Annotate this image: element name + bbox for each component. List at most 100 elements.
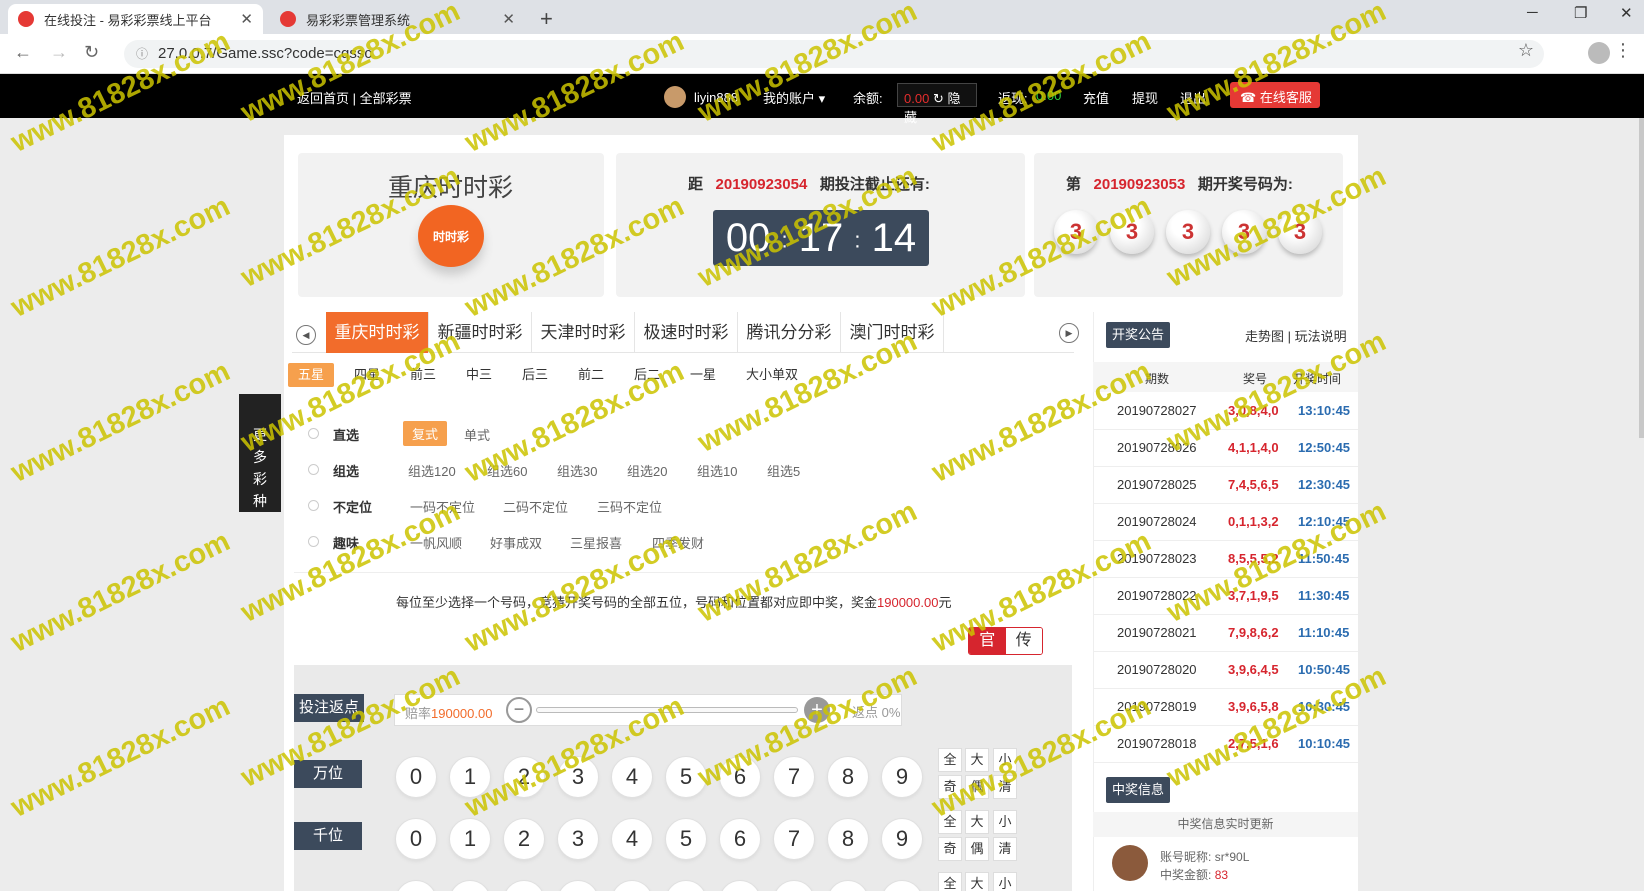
plus-icon[interactable]: + [804,697,830,723]
play-tab-front3[interactable]: 前三 [410,363,436,387]
play-tab-1star[interactable]: 一星 [690,363,716,387]
quick-small-button[interactable]: 小 [993,872,1017,891]
play-tab-back3[interactable]: 后三 [522,363,548,387]
url-field[interactable]: ⓘ 27.0.0.7/Game.ssc?code=cqssc [124,40,1544,68]
tab-amssc[interactable]: 澳门时时彩 [841,312,944,353]
digit-ball[interactable]: 0 [395,756,437,798]
my-account-menu[interactable]: 我的账户 ▾ [763,88,825,107]
digit-ball[interactable]: 4 [611,818,653,860]
tab-jsssc[interactable]: 极速时时彩 [635,312,738,353]
option-1code[interactable]: 一码不定位 [410,497,475,516]
quick-even-button[interactable]: 偶 [965,775,989,799]
rebate-slider[interactable] [536,707,798,713]
tab-tjssc[interactable]: 天津时时彩 [532,312,635,353]
winning-info-button[interactable]: 中奖信息 [1106,777,1170,803]
maximize-icon[interactable]: ❐ [1574,4,1587,22]
quick-odd-button[interactable]: 奇 [938,837,962,861]
play-tab-5star[interactable]: 五星 [288,363,334,387]
withdraw-link[interactable]: 提现 [1132,88,1158,107]
digit-ball[interactable]: 3 [557,756,599,798]
digit-ball[interactable]: 9 [881,818,923,860]
play-tab-front2[interactable]: 前二 [578,363,604,387]
play-tab-4star[interactable]: 四星 [354,363,380,387]
back-icon[interactable]: ← [14,42,32,63]
digit-ball[interactable]: 7 [773,756,815,798]
option-fun4[interactable]: 四季发财 [652,533,704,552]
bookmark-star-icon[interactable]: ☆ [1518,40,1534,61]
option-2code[interactable]: 二码不定位 [503,497,568,516]
browser-tab-admin[interactable]: 易彩彩票管理系统 ✕ [270,4,525,34]
option-fun2[interactable]: 好事成双 [490,533,542,552]
info-icon[interactable]: ⓘ [136,40,148,68]
digit-ball[interactable]: 1 [449,756,491,798]
digit-ball[interactable]: 8 [827,756,869,798]
tab-cqssc[interactable]: 重庆时时彩 [326,312,429,353]
quick-all-button[interactable]: 全 [938,748,962,772]
trend-links[interactable]: 走势图 | 玩法说明 [1245,326,1347,345]
online-service-button[interactable]: ☎ 在线客服 [1230,82,1320,108]
option-compound[interactable]: 复式 [403,421,448,446]
quick-even-button[interactable]: 偶 [965,837,989,861]
mode-tradition-button[interactable]: 传 [1005,628,1042,654]
option-group120[interactable]: 组选120 [408,461,456,480]
tab-xjssc[interactable]: 新疆时时彩 [429,312,532,353]
quick-small-button[interactable]: 小 [993,748,1017,772]
browser-tab-betting[interactable]: 在线投注 - 易彩彩票线上平台 ✕ [8,4,263,34]
recharge-link[interactable]: 充值 [1083,88,1109,107]
quick-small-button[interactable]: 小 [993,810,1017,834]
more-games-button[interactable]: 更多彩种 [239,394,281,512]
option-fun1[interactable]: 一帆风顺 [410,533,462,552]
digit-ball[interactable]: 2 [503,756,545,798]
digit-ball[interactable]: 4 [611,756,653,798]
close-tab-icon[interactable]: ✕ [240,10,253,28]
minimize-icon[interactable]: ─ [1527,4,1538,21]
page-scrollbar[interactable] [1639,118,1644,438]
option-single[interactable]: 单式 [464,425,490,444]
quick-big-button[interactable]: 大 [965,810,989,834]
digit-ball[interactable]: 3 [557,818,599,860]
option-group5[interactable]: 组选5 [767,461,800,480]
option-group60[interactable]: 组选60 [487,461,527,480]
quick-big-button[interactable]: 大 [965,872,989,891]
reload-icon[interactable]: ↻ [84,42,99,63]
option-fun3[interactable]: 三星报喜 [570,533,622,552]
play-tab-back2[interactable]: 后二 [634,363,660,387]
tab-txffc[interactable]: 腾讯分分彩 [738,312,841,353]
tabs-prev-icon[interactable]: ◀ [296,325,316,345]
digit-ball[interactable]: 6 [719,756,761,798]
minus-icon[interactable]: − [506,697,532,723]
mode-toggle[interactable]: 官 传 [968,627,1043,655]
new-tab-icon[interactable]: + [540,6,553,32]
mode-official-button[interactable]: 官 [969,628,1006,654]
option-group20[interactable]: 组选20 [627,461,667,480]
play-tab-mid3[interactable]: 中三 [466,363,492,387]
option-group30[interactable]: 组选30 [557,461,597,480]
digit-ball[interactable]: 7 [773,818,815,860]
home-links[interactable]: 返回首页 | 全部彩票 [297,88,412,107]
digit-ball[interactable]: 1 [449,818,491,860]
window-close-icon[interactable]: ✕ [1620,4,1633,22]
forward-icon[interactable]: → [50,42,68,63]
user-info[interactable]: liyin888 [664,86,738,108]
quick-big-button[interactable]: 大 [965,748,989,772]
quick-all-button[interactable]: 全 [938,810,962,834]
quick-all-button[interactable]: 全 [938,872,962,891]
digit-ball[interactable]: 8 [827,818,869,860]
digit-ball[interactable]: 6 [719,818,761,860]
logout-link[interactable]: 退出 [1180,88,1206,107]
quick-clear-button[interactable]: 清 [993,837,1017,861]
close-tab-icon[interactable]: ✕ [502,10,515,28]
browser-menu-icon[interactable]: ⋮ [1614,40,1632,61]
option-group10[interactable]: 组选10 [697,461,737,480]
option-3code[interactable]: 三码不定位 [597,497,662,516]
draw-notice-button[interactable]: 开奖公告 [1106,322,1170,348]
quick-clear-button[interactable]: 清 [993,775,1017,799]
digit-ball[interactable]: 2 [503,818,545,860]
digit-ball[interactable]: 5 [665,818,707,860]
tabs-next-icon[interactable]: ▶ [1059,323,1079,343]
play-tab-bigsmall[interactable]: 大小单双 [746,363,798,387]
digit-ball[interactable]: 9 [881,756,923,798]
profile-avatar-icon[interactable] [1588,42,1610,64]
digit-ball[interactable]: 5 [665,756,707,798]
digit-ball[interactable]: 0 [395,818,437,860]
